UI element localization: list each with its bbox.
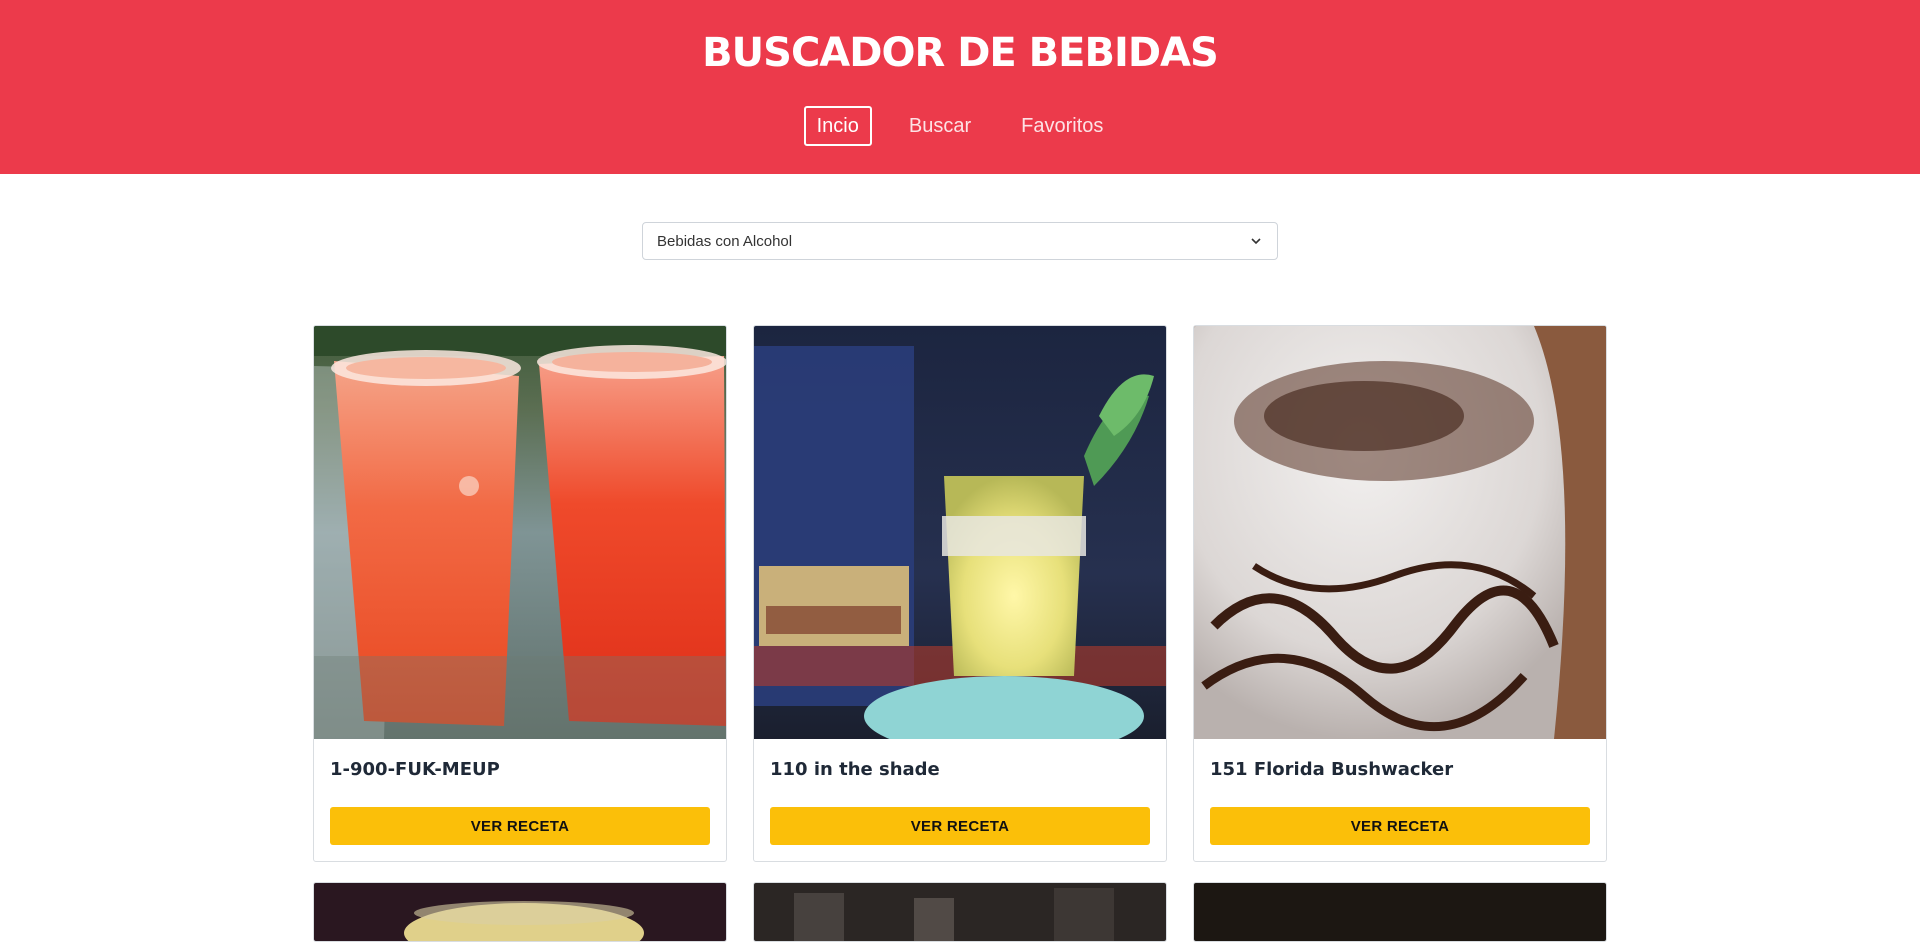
drink-card [313, 882, 727, 942]
drink-image[interactable] [754, 883, 1166, 942]
drink-image[interactable] [754, 326, 1166, 739]
view-recipe-button[interactable]: VER RECETA [770, 807, 1150, 845]
drink-name: 110 in the shade [770, 759, 940, 780]
drink-card [1193, 882, 1607, 942]
drink-card [753, 882, 1167, 942]
nav-link-inicio[interactable]: Incio [803, 106, 872, 146]
site-header: BUSCADOR DE BEBIDAS Incio Buscar Favorit… [0, 0, 1920, 174]
drink-card: 1-900-FUK-MEUP VER RECETA [313, 325, 727, 862]
drink-image[interactable] [1194, 326, 1606, 739]
nav-link-favoritos[interactable]: Favoritos [1008, 106, 1116, 146]
drink-name: 151 Florida Bushwacker [1210, 759, 1454, 780]
drink-image[interactable] [314, 883, 726, 942]
category-select-value: Bebidas con Alcohol [657, 232, 793, 250]
site-title: BUSCADOR DE BEBIDAS [702, 30, 1219, 76]
view-recipe-button[interactable]: VER RECETA [1210, 807, 1590, 845]
drink-image[interactable] [1194, 883, 1606, 942]
drink-image[interactable] [314, 326, 726, 739]
drink-card: 110 in the shade VER RECETA [753, 325, 1167, 862]
category-select[interactable]: Bebidas con Alcohol [642, 222, 1278, 260]
view-recipe-button[interactable]: VER RECETA [330, 807, 710, 845]
nav-link-buscar[interactable]: Buscar [896, 106, 984, 146]
drink-card: 151 Florida Bushwacker VER RECETA [1193, 325, 1607, 862]
drink-name: 1-900-FUK-MEUP [330, 759, 500, 780]
chevron-down-icon [1251, 238, 1261, 245]
main-nav: Incio Buscar Favoritos [0, 106, 1920, 146]
